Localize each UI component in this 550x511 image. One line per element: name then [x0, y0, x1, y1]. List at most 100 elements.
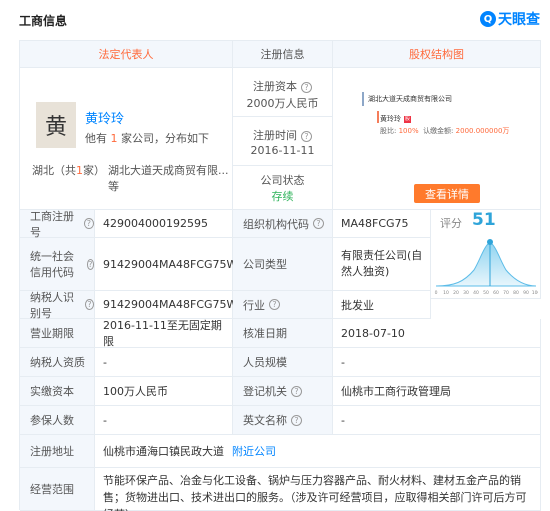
registration-header: 注册信息 — [233, 41, 333, 68]
field-label: 核准日期 — [233, 319, 333, 348]
field-label: 统一社会信用代码? — [20, 238, 95, 291]
company-list[interactable]: 湖北大道天成商贸有限...等 — [108, 162, 232, 194]
field-label-text: 实缴资本 — [30, 385, 74, 398]
equity-ratio: 股比: 100% 认缴金额: 2000.000000万 — [380, 127, 510, 135]
field-label: 参保人数 — [20, 406, 95, 435]
score-tick-label: 10 — [443, 290, 449, 296]
legal-rep-panel: 黄 黄玲玲 他有 1 家公司，分布如下 湖北（共1家） 湖北大道天成商贸有限..… — [20, 68, 233, 210]
field-label-text: 纳税人资质 — [30, 356, 85, 369]
registered-capital-label: 注册资本? — [233, 78, 332, 94]
help-icon[interactable]: ? — [291, 385, 302, 397]
registration-time-label: 注册时间? — [233, 127, 332, 143]
field-value-text: - — [103, 355, 107, 369]
field-value-text: - — [341, 355, 345, 369]
field-value-text: 2018-07-10 — [341, 326, 405, 340]
field-value: - — [95, 406, 233, 435]
field-value-text: - — [103, 413, 107, 427]
field-value-text: 批发业 — [341, 298, 374, 312]
score-tick-label: 60 — [493, 290, 499, 296]
nearby-companies-link[interactable]: 附近公司 — [232, 443, 276, 459]
count-suffix: 家公司，分布如下 — [121, 132, 209, 145]
count-prefix: 他有 — [85, 132, 107, 145]
field-label-text: 工商注册号 — [30, 209, 74, 239]
field-label-text: 行业 — [243, 298, 265, 312]
field-label: 工商注册号? — [20, 209, 95, 239]
scope-value: 节能环保产品、冶金与化工设备、锅炉与压力容器产品、耐火材料、建材五金产品的销售；… — [95, 468, 541, 511]
field-label: 行业? — [233, 291, 333, 319]
field-label-text: 统一社会信用代码 — [30, 250, 74, 279]
shareholder-mark-icon: 股 — [404, 115, 411, 123]
help-icon[interactable]: ? — [269, 299, 280, 310]
address-label: 注册地址 — [20, 435, 95, 468]
field-label: 英文名称? — [233, 406, 333, 435]
company-status-value: 存续 — [271, 190, 294, 203]
field-value: 批发业 — [333, 291, 431, 319]
field-label-text: 核准日期 — [243, 327, 287, 340]
section-title: 工商信息 — [19, 14, 68, 28]
field-value-text: 91429004MA48FCG75W — [103, 298, 238, 311]
field-label-text: 公司类型 — [243, 258, 287, 271]
count-number: 1 — [110, 132, 118, 145]
legal-rep-header: 法定代表人 — [20, 41, 233, 68]
field-value-text: - — [341, 413, 345, 427]
province-distribution: 湖北（共1家） — [32, 162, 105, 178]
help-icon[interactable]: ? — [313, 218, 324, 229]
equity-panel: 湖北大道天成商贸有限公司 黄玲玲股 股比: 100% 认缴金额: 2000.00… — [333, 68, 541, 210]
time-cell: 注册时间? 2016-11-11 — [233, 117, 333, 166]
field-value: 2016-11-11至无固定期限 — [95, 319, 233, 348]
help-icon[interactable]: ? — [301, 131, 312, 142]
address-value: 仙桃市通海口镇民政大道 附近公司 — [95, 435, 541, 468]
field-value: 429004000192595 — [95, 210, 233, 238]
field-value-text: 有限责任公司(自然人独资) — [341, 249, 423, 278]
equity-person-node[interactable]: 黄玲玲股 — [380, 114, 411, 124]
score-tick-label: 20 — [453, 290, 459, 296]
legal-rep-name[interactable]: 黄玲玲 — [85, 108, 124, 127]
help-icon[interactable]: ? — [301, 82, 312, 93]
field-value: - — [333, 406, 541, 435]
score-tick-label: 30 — [463, 290, 469, 296]
help-icon[interactable]: ? — [86, 258, 94, 270]
field-label: 组织机构代码? — [233, 210, 333, 238]
field-value-text: 91429004MA48FCG75W — [103, 257, 238, 271]
field-value: MA48FCG75 — [333, 210, 431, 238]
help-icon[interactable]: ? — [291, 414, 302, 426]
tianyancha-logo[interactable]: Q 天眼查 — [480, 9, 540, 29]
province-suffix: 家） — [83, 164, 105, 177]
field-label: 人员规模 — [233, 348, 333, 377]
field-value: 有限责任公司(自然人独资) — [333, 238, 431, 291]
score-tick-label: 40 — [473, 290, 479, 296]
score-tick-label: 0 — [435, 290, 438, 296]
field-label: 公司类型 — [233, 238, 333, 291]
status-cell: 公司状态 存续 — [233, 166, 333, 210]
field-label-text: 登记机关 — [243, 385, 287, 398]
score-tick-label: 50 — [483, 290, 489, 296]
help-icon[interactable]: ? — [85, 299, 94, 310]
field-value-text: 429004000192595 — [103, 217, 208, 230]
field-label: 实缴资本 — [20, 377, 95, 406]
field-label: 营业期限 — [20, 319, 95, 348]
field-value-text: 100万人民币 — [103, 385, 168, 398]
header: 工商信息 Q 天眼查 — [0, 0, 550, 38]
field-label-text: 英文名称 — [243, 414, 287, 427]
address-text: 仙桃市通海口镇民政大道 — [103, 445, 224, 458]
field-label-text: 纳税人识别号 — [30, 290, 74, 320]
capital-cell: 注册资本? 2000万人民币 — [233, 68, 333, 117]
province-count: 1 — [76, 164, 83, 177]
field-value: 2018-07-10 — [333, 319, 541, 348]
province-name: 湖北 — [32, 164, 54, 177]
score-cell: 评分 51 0 10 20 30 40 50 60 70 80 90100 — [431, 210, 541, 299]
scope-text: 节能环保产品、冶金与化工设备、锅炉与压力容器产品、耐火材料、建材五金产品的销售；… — [103, 474, 527, 511]
score-marker-dot — [487, 239, 493, 245]
score-tick-label: 80 — [513, 290, 519, 296]
field-value: 100万人民币 — [95, 377, 233, 406]
score-value: 51 — [472, 210, 496, 230]
scope-label-text: 经营范围 — [30, 483, 74, 496]
legal-rep-company-count: 他有 1 家公司，分布如下 — [85, 130, 209, 146]
scope-label: 经营范围 — [20, 468, 95, 511]
logo-badge-icon: Q — [480, 11, 496, 27]
equity-company-node[interactable]: 湖北大道天成商贸有限公司 — [362, 92, 502, 106]
avatar: 黄 — [36, 102, 76, 148]
business-info-table: 法定代表人 注册信息 股权结构图 黄 黄玲玲 他有 1 家公司，分布如下 湖北（… — [19, 40, 541, 511]
view-details-button[interactable]: 查看详情 — [414, 184, 480, 203]
help-icon[interactable]: ? — [83, 218, 94, 229]
